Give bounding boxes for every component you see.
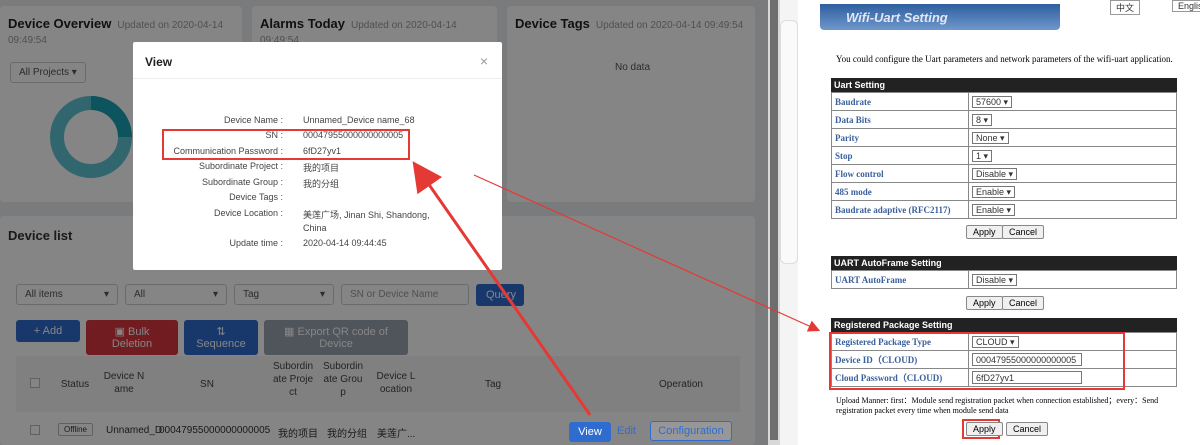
arrow-to-modal <box>412 161 592 416</box>
arrow-to-registered <box>473 174 821 332</box>
annotation-arrows <box>412 161 821 416</box>
